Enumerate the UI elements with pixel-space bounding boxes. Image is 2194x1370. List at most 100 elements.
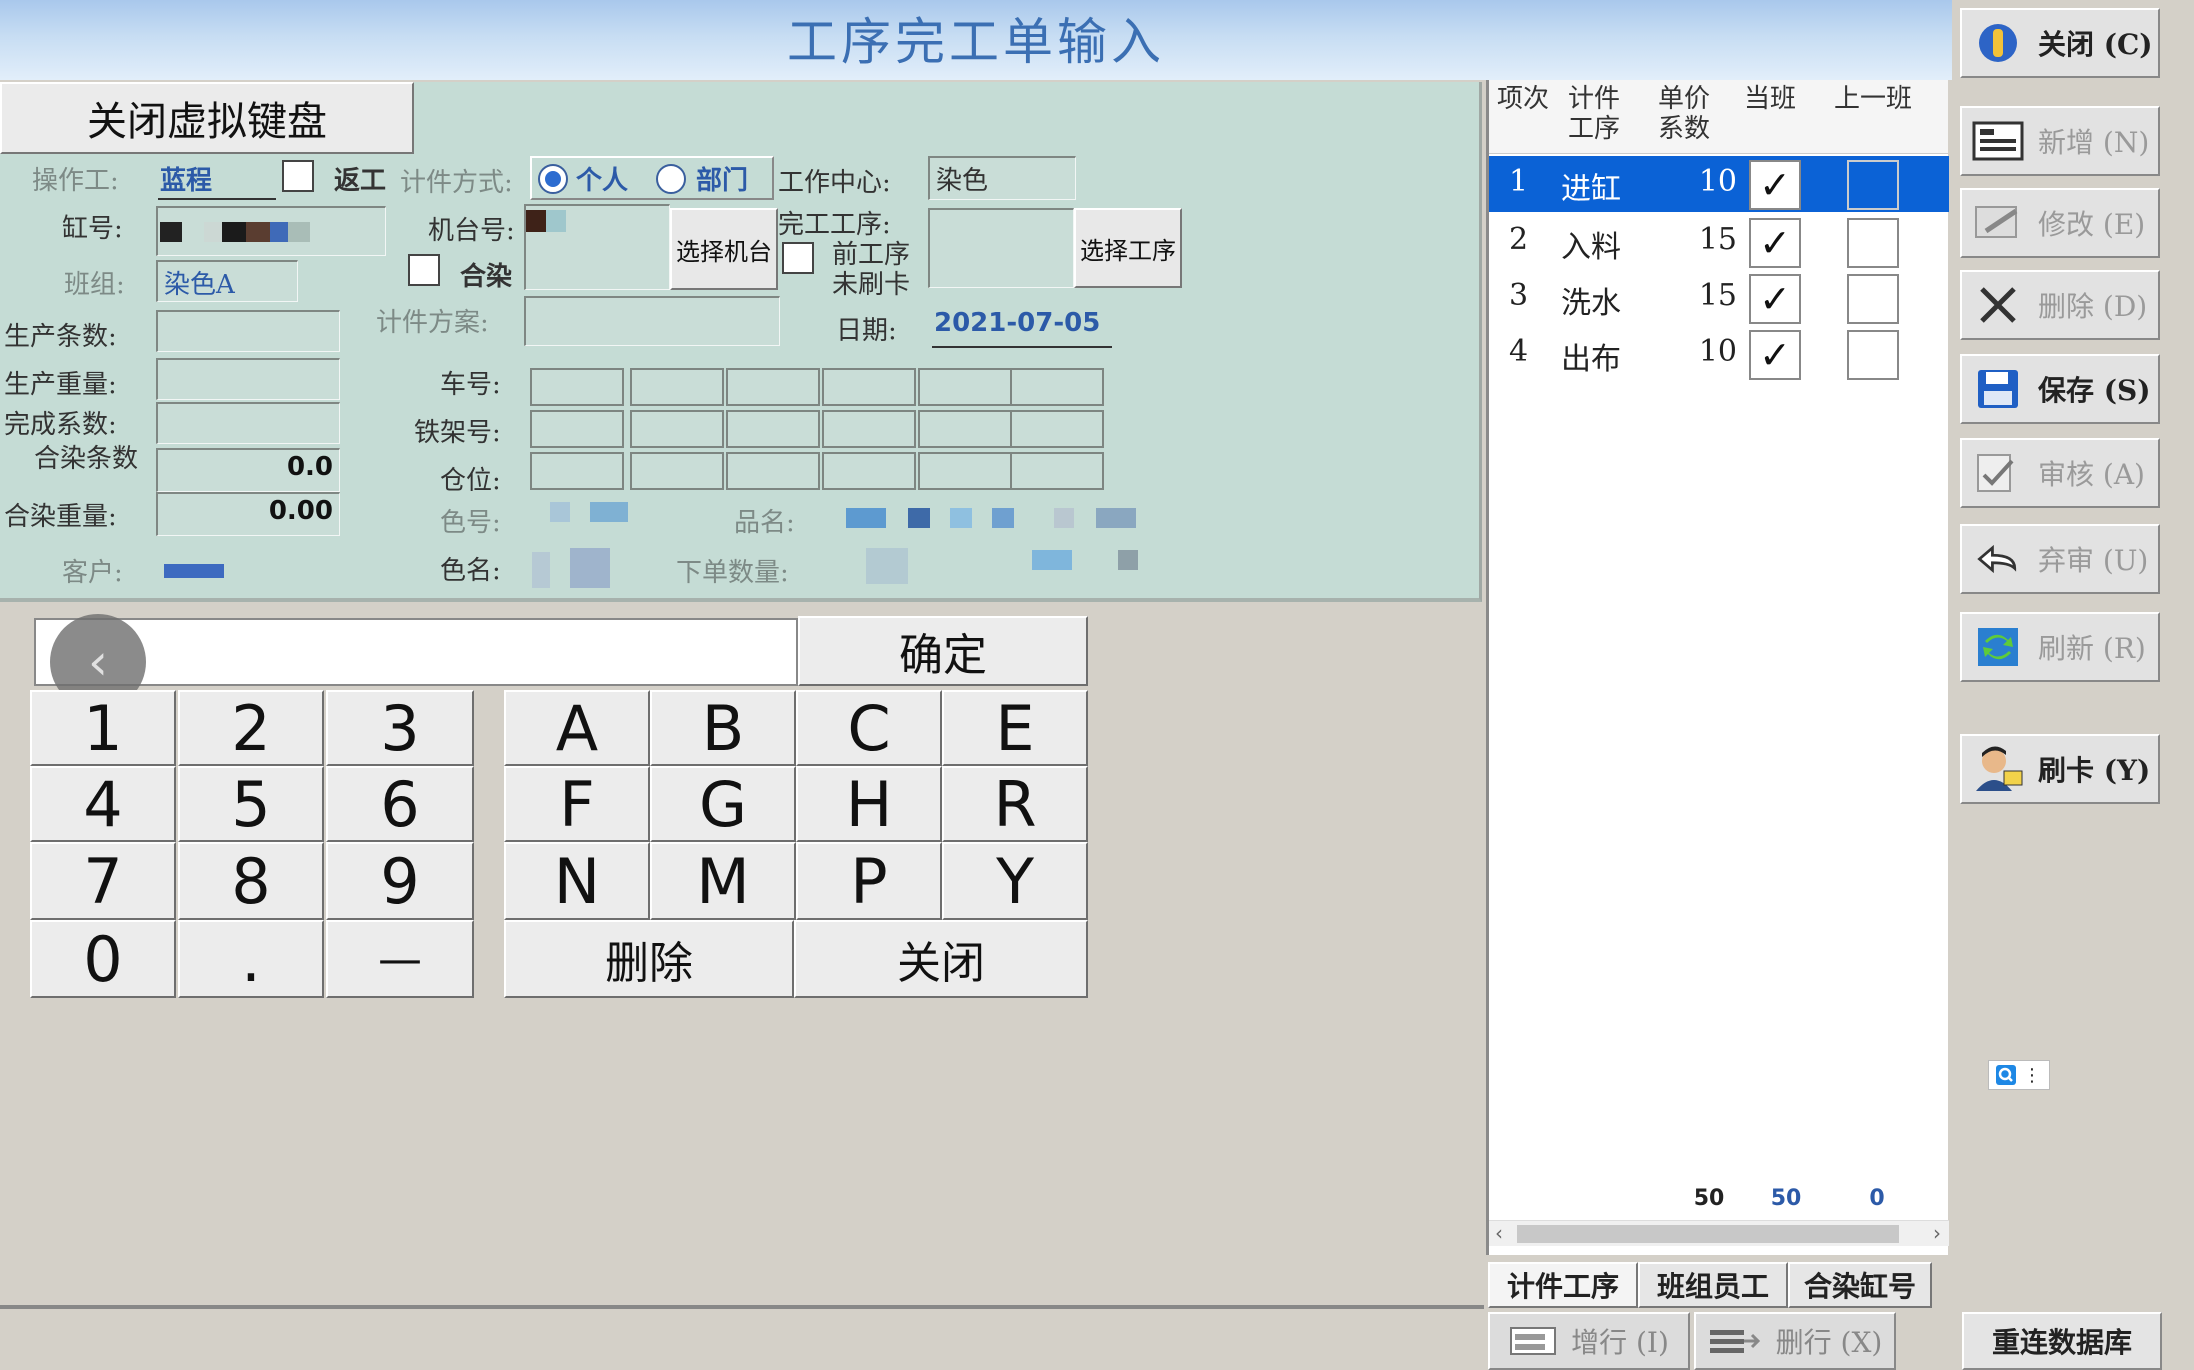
vat-field[interactable] [156,206,386,256]
key-4[interactable]: 4 [30,766,176,842]
tab-team-staff[interactable]: 班组员工 [1638,1262,1788,1308]
key-3[interactable]: 3 [326,690,474,766]
key-y[interactable]: Y [942,842,1088,920]
grid-cell[interactable] [1010,452,1104,490]
delete-button[interactable]: 删除 (D) [1960,270,2160,340]
combined-weight-field[interactable]: 0.00 [156,492,340,536]
shift-checkbox[interactable]: ✓ [1749,218,1801,268]
grid-cell[interactable] [918,452,1012,490]
key-m[interactable]: M [650,842,796,920]
refresh-button[interactable]: 刷新 (R) [1960,612,2160,682]
grid-cell[interactable] [1010,368,1104,406]
tab-piece-process[interactable]: 计件工序 [1488,1262,1638,1308]
ime-widget[interactable]: ⋮ [1988,1060,2050,1090]
grid-cell[interactable] [530,368,624,406]
grid-cell[interactable] [822,452,916,490]
prev-shift-checkbox[interactable] [1847,160,1899,210]
key-dash[interactable]: — [326,920,474,998]
key-a[interactable]: A [504,690,650,766]
edit-button[interactable]: 修改 (E) [1960,188,2160,258]
reconnect-database-button[interactable]: 重连数据库 [1962,1312,2162,1370]
key-0[interactable]: 0 [30,920,176,998]
scroll-right-icon[interactable]: › [1933,1221,1941,1245]
tab-combined-vat[interactable]: 合染缸号 [1788,1262,1932,1308]
grid-cell[interactable] [1010,410,1104,448]
audit-button[interactable]: 审核 (A) [1960,438,2160,508]
scroll-thumb[interactable] [1517,1225,1899,1243]
key-9[interactable]: 9 [326,842,474,920]
key-e[interactable]: E [942,690,1088,766]
prev-shift-checkbox[interactable] [1847,330,1899,380]
prod-weight-field[interactable] [156,358,340,400]
table-row[interactable]: 4 出布 10 ✓ [1489,326,1949,382]
select-machine-button[interactable]: 选择机台 [670,208,778,290]
product-value-6 [1096,508,1136,528]
grid-cell[interactable] [630,452,724,490]
swipe-card-button[interactable]: 刷卡 (Y) [1960,734,2160,804]
date-value[interactable]: 2021-07-05 [934,308,1100,338]
shift-checkbox[interactable]: ✓ [1749,274,1801,324]
grid-cell[interactable] [726,368,820,406]
keyboard-input[interactable] [34,618,798,686]
keyboard-close-button[interactable]: 关闭 [794,920,1088,998]
machine-field[interactable] [524,204,670,290]
prev-shift-checkbox[interactable] [1847,274,1899,324]
key-p[interactable]: P [796,842,942,920]
add-button[interactable]: 新增 (N) [1960,106,2160,176]
select-process-button[interactable]: 选择工序 [1074,208,1182,288]
complete-coef-field[interactable] [156,402,340,444]
key-6[interactable]: 6 [326,766,474,842]
key-f[interactable]: F [504,766,650,842]
delete-row-button[interactable]: 删行 (X) [1694,1312,1896,1370]
key-2[interactable]: 2 [178,690,324,766]
save-button[interactable]: 保存 (S) [1960,354,2160,424]
keyboard-confirm-button[interactable]: 确定 [798,616,1088,686]
shift-checkbox[interactable]: ✓ [1749,330,1801,380]
key-c[interactable]: C [796,690,942,766]
add-row-button[interactable]: 增行 (I) [1488,1312,1690,1370]
grid-cell[interactable] [530,410,624,448]
grid-cell[interactable] [726,452,820,490]
key-h[interactable]: H [796,766,942,842]
team-field[interactable]: 染色A [156,260,298,302]
grid-cell[interactable] [822,410,916,448]
table-row[interactable]: 1 进缸 10 ✓ [1489,156,1949,212]
prev-unswiped-checkbox[interactable] [782,242,814,274]
grid-cell[interactable] [630,368,724,406]
key-5[interactable]: 5 [178,766,324,842]
grid-cell[interactable] [726,410,820,448]
toggle-virtual-keyboard-button[interactable]: 关闭虚拟键盘 [0,82,414,154]
shift-checkbox[interactable]: ✓ [1749,160,1801,210]
key-r[interactable]: R [942,766,1088,842]
order-qty-value [866,548,908,584]
piece-plan-field[interactable] [524,296,780,346]
unaudit-button[interactable]: 弃审 (U) [1960,524,2160,594]
grid-cell[interactable] [630,410,724,448]
prod-count-field[interactable] [156,310,340,352]
scroll-left-icon[interactable]: ‹ [1495,1221,1503,1245]
close-button[interactable]: 关闭 (C) [1960,8,2160,78]
grid-cell[interactable] [918,368,1012,406]
horizontal-scrollbar[interactable]: ‹ › [1489,1220,1949,1246]
key-g[interactable]: G [650,766,796,842]
key-8[interactable]: 8 [178,842,324,920]
combined-dye-checkbox[interactable] [408,254,440,286]
finish-process-field[interactable] [928,208,1074,288]
prev-shift-checkbox[interactable] [1847,218,1899,268]
grid-cell[interactable] [918,410,1012,448]
key-7[interactable]: 7 [30,842,176,920]
combined-count-field[interactable]: 0.0 [156,448,340,492]
grid-cell[interactable] [822,368,916,406]
work-center-field[interactable]: 染色 [928,156,1076,200]
table-row[interactable]: 2 入料 15 ✓ [1489,214,1949,270]
key-dot[interactable]: . [178,920,324,998]
keyboard-delete-button[interactable]: 删除 [504,920,794,998]
key-b[interactable]: B [650,690,796,766]
key-n[interactable]: N [504,842,650,920]
grid-cell[interactable] [530,452,624,490]
rework-checkbox[interactable] [282,160,314,192]
method-personal-radio[interactable] [538,164,568,194]
key-1[interactable]: 1 [30,690,176,766]
method-dept-radio[interactable] [656,164,686,194]
table-row[interactable]: 3 洗水 15 ✓ [1489,270,1949,326]
